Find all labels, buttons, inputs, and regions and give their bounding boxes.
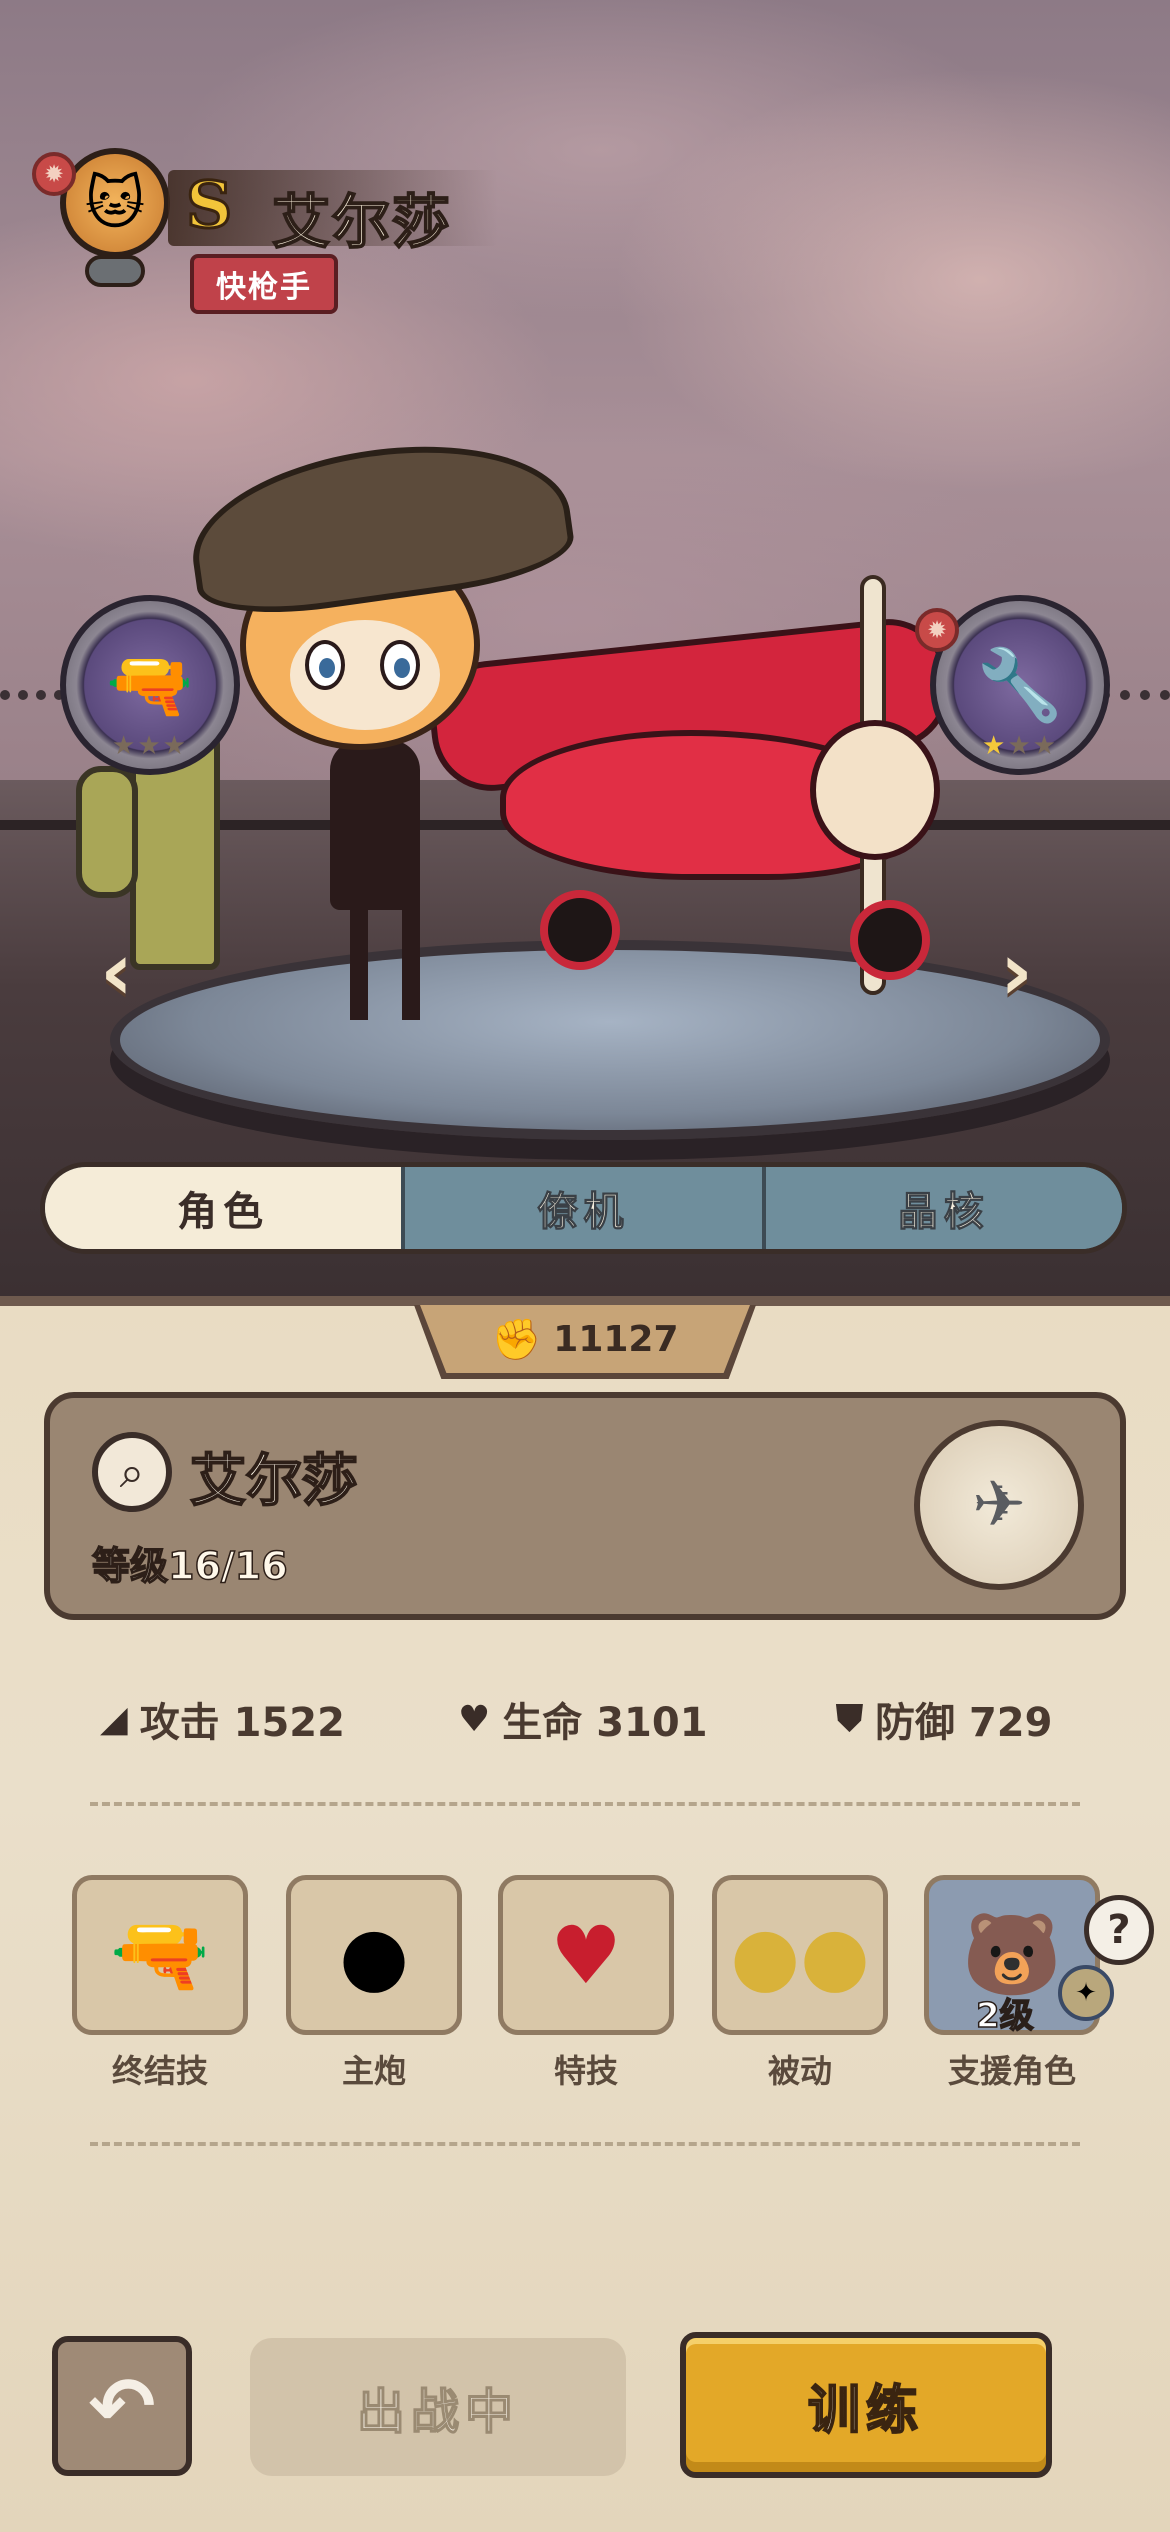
- train-button[interactable]: 训练: [680, 2332, 1052, 2478]
- skill-ultimate[interactable]: 🔫: [72, 1875, 248, 2035]
- skill-label: 特技: [553, 2052, 618, 2090]
- character-avatar[interactable]: 🐱: [60, 148, 170, 258]
- prev-character-arrow[interactable]: ‹: [100, 925, 133, 1018]
- magnifier-icon[interactable]: ⌕: [92, 1432, 172, 1512]
- skill-passive[interactable]: ●●: [712, 1875, 888, 2035]
- character-eye: [305, 640, 345, 690]
- tab-crystal-core[interactable]: 晶核: [761, 1167, 1122, 1249]
- cog-icon: ✹: [32, 152, 76, 196]
- back-arrow-icon: ↶: [88, 2359, 156, 2453]
- blaster-icon: 🔧: [976, 644, 1064, 726]
- attack-icon: ◢: [100, 1698, 128, 1740]
- skill-label: 被动: [767, 2052, 832, 2090]
- deployed-button[interactable]: 出战中: [250, 2338, 626, 2476]
- gold-ring-gun-icon: 🔫: [106, 644, 194, 726]
- tab-character[interactable]: 角色: [45, 1167, 402, 1249]
- character-level: 等级16/16: [91, 1543, 288, 1589]
- cog-icon: ✹: [915, 608, 959, 652]
- skill-label: 主炮: [341, 2052, 406, 2090]
- panel-divider: [0, 1296, 1170, 1306]
- character-name-header: 艾尔莎: [271, 187, 453, 257]
- character-legs: [350, 880, 420, 1020]
- plane-nose: [810, 720, 940, 860]
- divider: [90, 1802, 1080, 1806]
- heart-gem-icon: ♥: [550, 1908, 622, 2002]
- help-icon[interactable]: ?: [1084, 1895, 1154, 1965]
- heart-icon: ♥: [458, 1698, 491, 1740]
- next-character-arrow[interactable]: ›: [1000, 925, 1033, 1018]
- wing-emblem-icon[interactable]: ✈: [914, 1420, 1084, 1590]
- skill-special[interactable]: ♥: [498, 1875, 674, 2035]
- skill-label: 支援角色: [947, 2052, 1076, 2090]
- plane-wheel: [540, 890, 620, 970]
- weapon-slot-left[interactable]: 🔫 ★★★: [60, 595, 240, 775]
- gatling-gun-icon: 🔫: [110, 1908, 210, 2001]
- display-platform: [110, 940, 1110, 1140]
- cowboy-hat: [181, 424, 579, 626]
- back-button[interactable]: ↶: [52, 2336, 192, 2476]
- mini-medal-icon: ✦: [1058, 1965, 1114, 2021]
- tab-bar: 角色 僚机 晶核: [40, 1162, 1127, 1254]
- stat-defense: ⛊ 防御 729: [836, 1698, 1053, 1746]
- weapon-stars: ★★★: [982, 731, 1058, 761]
- wing-badge-icon: [85, 255, 145, 287]
- shield-icon: ⛊: [836, 1698, 864, 1739]
- bullet-icon: ●: [339, 1908, 409, 2002]
- character-eye: [380, 640, 420, 690]
- character-name: 艾尔莎: [189, 1448, 359, 1515]
- power-value: 11127: [553, 1318, 679, 1360]
- weapon-stars: ★★★: [112, 731, 188, 761]
- cat-face-icon: 🐱: [84, 169, 146, 237]
- support-level: 2级: [975, 1995, 1034, 2037]
- plane-wheel: [850, 900, 930, 980]
- role-tag: 快枪手: [190, 254, 338, 314]
- tab-wingman[interactable]: 僚机: [401, 1167, 762, 1249]
- fist-icon: ✊: [491, 1316, 542, 1363]
- double-bullet-icon: ●●: [730, 1908, 870, 2002]
- stat-attack: ◢ 攻击 1522: [100, 1698, 345, 1747]
- rank-letter: S: [184, 167, 233, 245]
- stat-health: ♥ 生命 3101: [458, 1698, 708, 1747]
- skill-main-cannon[interactable]: ●: [286, 1875, 462, 2035]
- skill-label: 终结技: [111, 2052, 208, 2090]
- power-tab: ✊ 11127: [420, 1305, 750, 1373]
- divider: [90, 2142, 1080, 2146]
